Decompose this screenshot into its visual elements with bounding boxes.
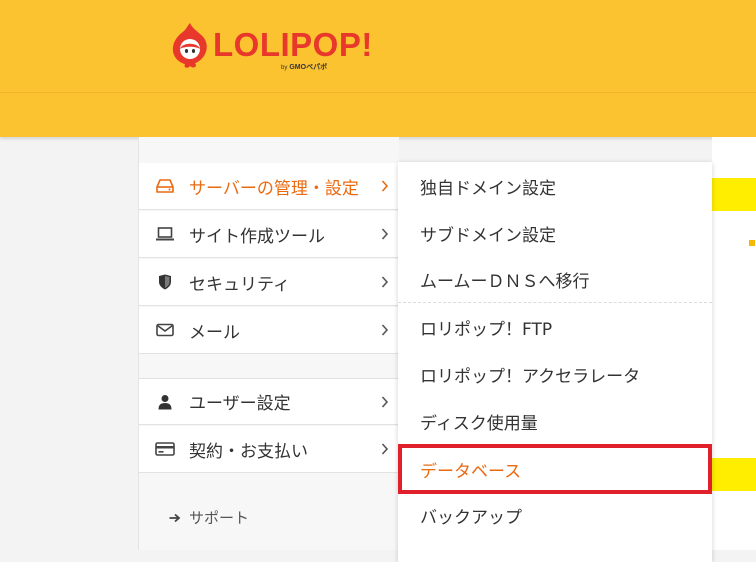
sidebar-item-billing[interactable]: 契約・お支払い [139,426,399,473]
logo-text: LOLIPOP! [213,26,373,63]
support-label: サポート [189,509,250,527]
header-divider [0,92,756,93]
submenu-item-ftp[interactable]: ロリポップ！FTP [398,304,712,350]
sidebar-item-site-tools[interactable]: サイト作成ツール [139,211,399,258]
arrow-right-icon [169,509,181,527]
logo-by: by [281,65,288,71]
submenu-item-backup[interactable]: バックアップ [398,492,712,538]
lolipop-mascot-icon [172,23,207,68]
sidebar-item-server-settings[interactable]: サーバーの管理・設定 [139,163,399,210]
header: LOLIPOP! by GMOペパボ [0,0,756,137]
submenu-item-subdomain[interactable]: サブドメイン設定 [398,210,712,256]
submenu-item-accelerator[interactable]: ロリポップ！アクセラレータ [398,351,712,397]
submenu-item-database[interactable]: データベース [398,444,712,494]
submenu-item-disk-usage[interactable]: ディスク使用量 [398,398,712,444]
content-highlight-bar [712,178,756,211]
submenu-item-custom-domain[interactable]: 独自ドメイン設定 [398,163,712,209]
shield-icon [155,272,175,292]
chevron-right-icon [381,274,389,293]
user-icon [155,392,175,412]
server-icon [155,176,175,196]
logo-subtext: by GMOペパボ [281,62,327,72]
credit-card-icon [155,439,175,459]
sidebar-item-security[interactable]: セキュリティ [139,259,399,306]
laptop-icon [155,224,175,244]
chevron-right-icon [381,226,389,245]
sidebar-item-label: セキュリティ [189,274,290,295]
sidebar-item-label: メール [189,322,240,343]
submenu-item-muumuu-dns[interactable]: ムームーＤＮＳへ移行 [398,256,712,302]
sidebar-item-mail[interactable]: メール [139,307,399,354]
sidebar-item-label: サイト作成ツール [189,226,325,247]
sidebar-item-user-settings[interactable]: ユーザー設定 [139,378,399,425]
sidebar-item-label: ユーザー設定 [189,394,291,414]
content-highlight-bar [712,458,756,491]
content-marker [749,240,755,246]
envelope-icon [155,320,175,340]
chevron-right-icon [381,322,389,341]
chevron-right-icon [381,441,389,460]
sidebar-item-label: サーバーの管理・設定 [189,178,359,199]
submenu-separator [398,302,712,303]
support-link[interactable]: サポート [169,507,249,528]
sidebar: サーバーの管理・設定 サイト作成ツール セキュリティ メール ユーザー設定 契約 [138,137,399,550]
logo[interactable]: LOLIPOP! by GMOペパボ [170,22,373,74]
chevron-right-icon [381,394,389,413]
sidebar-item-label: 契約・お支払い [189,441,308,462]
chevron-right-icon [381,178,389,197]
submenu-dropdown: 独自ドメイン設定 サブドメイン設定 ムームーＤＮＳへ移行 ロリポップ！FTP ロ… [398,162,712,562]
logo-company: GMOペパボ [289,64,328,71]
